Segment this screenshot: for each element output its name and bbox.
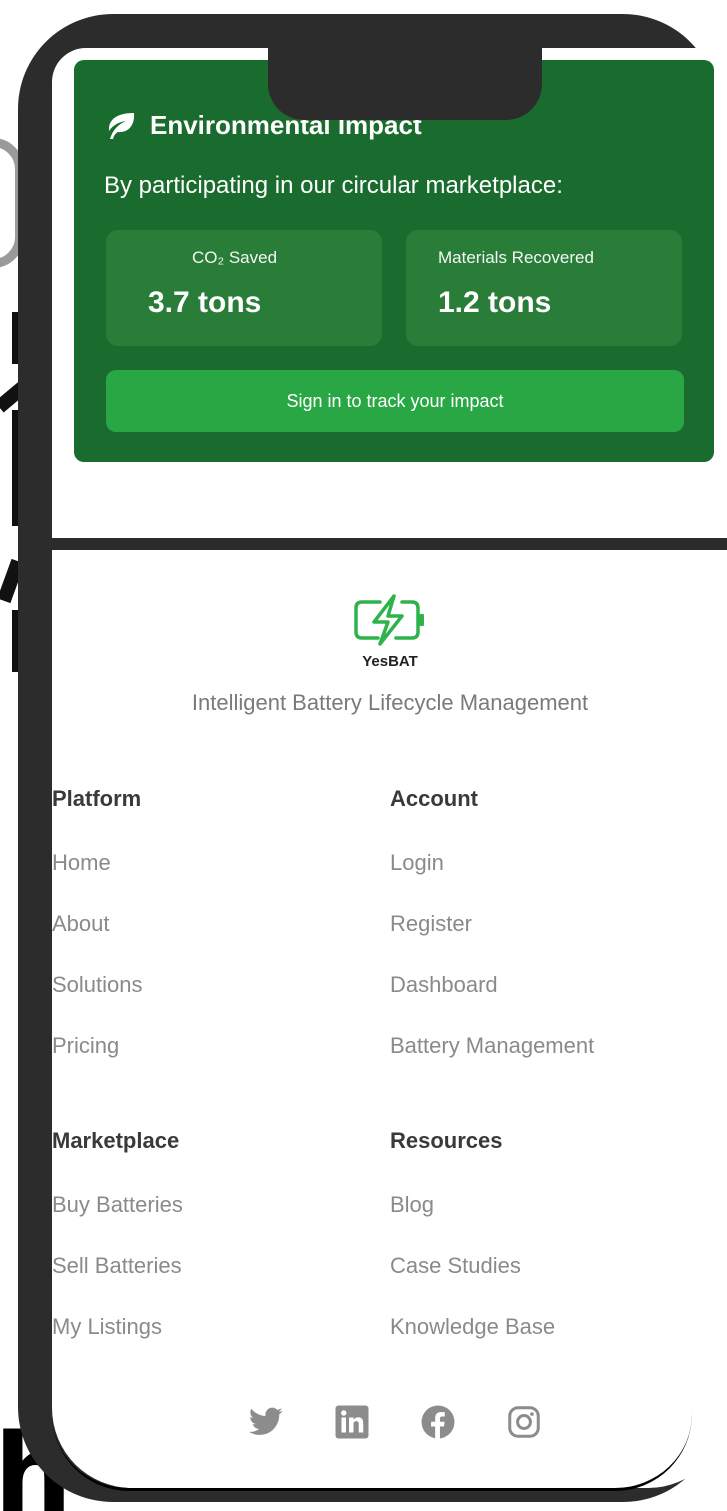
page: h Environmental Impact By participating … — [0, 0, 727, 1511]
leaf-icon — [108, 112, 135, 139]
footer-link-case-studies[interactable]: Case Studies — [390, 1255, 690, 1316]
footer-link-buy-batteries[interactable]: Buy Batteries — [52, 1194, 352, 1255]
phone-frame: Environmental Impact By participating in… — [18, 14, 727, 1502]
footer-brand: YesBAT Intelligent Battery Lifecycle Man… — [52, 594, 727, 716]
footer-link-home[interactable]: Home — [52, 852, 352, 913]
brand-tagline: Intelligent Battery Lifecycle Management — [191, 690, 589, 715]
co2-saved-label: CO₂ Saved — [192, 248, 278, 267]
sign-in-track-impact-button[interactable]: Sign in to track your impact — [106, 370, 684, 432]
environmental-impact-card: Environmental Impact By participating in… — [74, 60, 714, 462]
footer-link-register[interactable]: Register — [390, 913, 690, 974]
footer-link-sell-batteries[interactable]: Sell Batteries — [52, 1255, 352, 1316]
footer-link-login[interactable]: Login — [390, 852, 690, 913]
footer-link-about[interactable]: About — [52, 913, 352, 974]
footer-column-marketplace: Marketplace Buy Batteries Sell Batteries… — [52, 1128, 352, 1377]
footer-link-my-listings[interactable]: My Listings — [52, 1316, 352, 1377]
footer-heading-account: Account — [390, 786, 478, 811]
footer-heading-platform: Platform — [52, 786, 142, 811]
phone-screen: Environmental Impact By participating in… — [52, 48, 727, 1488]
co2-saved-stat: CO₂ Saved 3.7 tons — [106, 230, 382, 346]
instagram-icon[interactable] — [506, 1404, 542, 1440]
footer-link-dashboard[interactable]: Dashboard — [390, 974, 690, 1035]
footer-link-solutions[interactable]: Solutions — [52, 974, 352, 1035]
materials-recovered-value: 1.2 tons — [438, 286, 552, 319]
co2-saved-value: 3.7 tons — [148, 286, 262, 319]
facebook-icon[interactable] — [420, 1404, 456, 1440]
phone-notch — [268, 48, 542, 120]
footer-link-battery-management[interactable]: Battery Management — [390, 1035, 690, 1096]
footer-heading-resources: Resources — [390, 1128, 503, 1153]
section-divider — [52, 538, 727, 550]
brand-name: YesBAT — [362, 653, 418, 670]
twitter-icon[interactable] — [248, 1404, 284, 1440]
footer-link-blog[interactable]: Blog — [390, 1194, 690, 1255]
battery-bolt-logo-icon — [354, 594, 424, 646]
footer-column-account: Account Login Register Dashboard Battery… — [390, 786, 690, 1096]
footer-column-platform: Platform Home About Solutions Pricing — [52, 786, 352, 1096]
footer-link-pricing[interactable]: Pricing — [52, 1035, 352, 1096]
footer-link-knowledge-base[interactable]: Knowledge Base — [390, 1316, 690, 1377]
materials-recovered-stat: Materials Recovered 1.2 tons — [406, 230, 682, 346]
impact-intro-text: By participating in our circular marketp… — [104, 172, 563, 199]
linkedin-icon[interactable] — [334, 1404, 370, 1440]
materials-recovered-label: Materials Recovered — [438, 248, 594, 267]
footer-column-resources: Resources Blog Case Studies Knowledge Ba… — [390, 1128, 690, 1377]
social-links — [248, 1404, 542, 1440]
footer-heading-marketplace: Marketplace — [52, 1128, 180, 1153]
